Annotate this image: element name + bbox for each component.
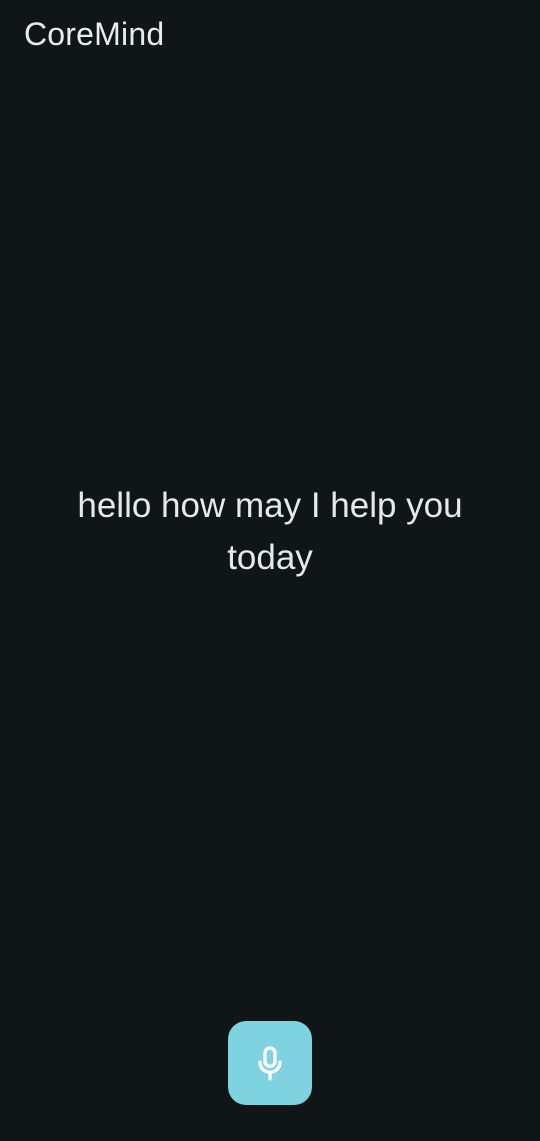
microphone-icon (258, 1046, 282, 1081)
app-title: CoreMind (24, 16, 165, 52)
microphone-button[interactable] (228, 1021, 312, 1105)
assistant-greeting: hello how may I help you today (77, 486, 463, 577)
